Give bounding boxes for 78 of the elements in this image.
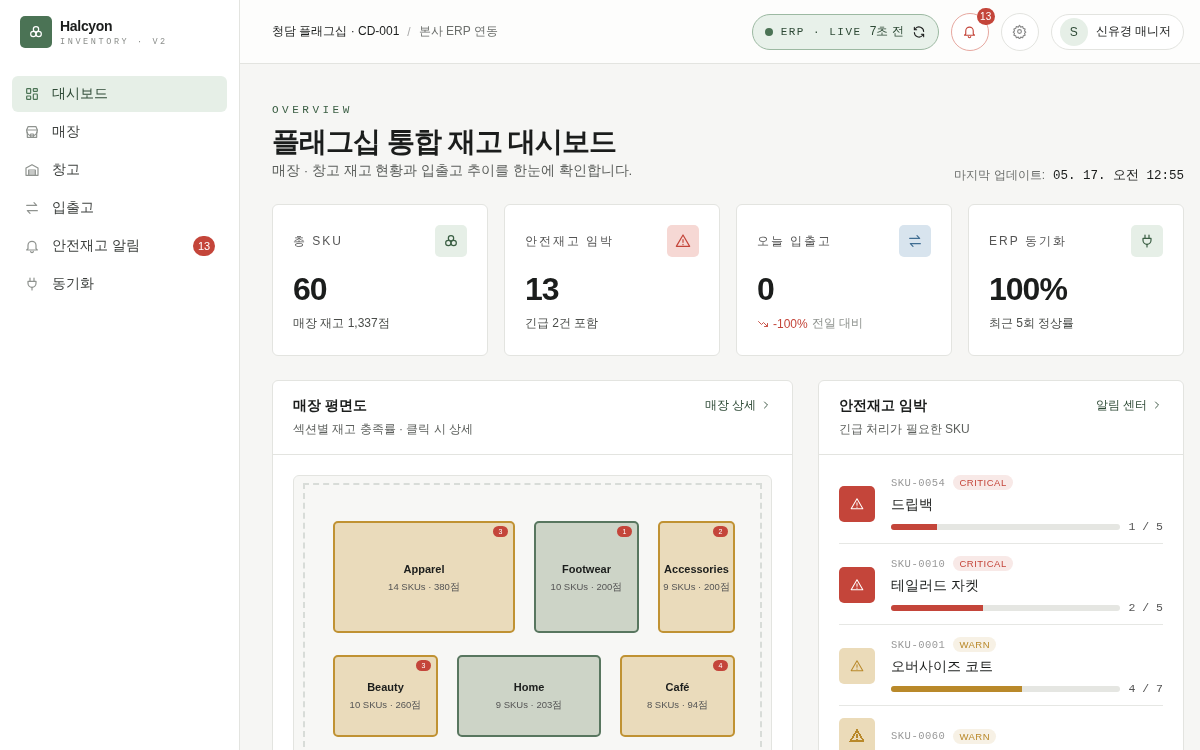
panel-link[interactable]: 알림 센터 xyxy=(1095,397,1163,413)
trefoil-icon xyxy=(443,233,459,249)
stat-value: 0 xyxy=(757,271,775,307)
refresh-icon xyxy=(911,24,926,39)
avatar: S xyxy=(1059,17,1088,46)
sku-code: SKU-0010 xyxy=(891,557,946,570)
stat-note: 매장 재고 1,337점 xyxy=(293,315,390,332)
user-name: 신유경 매니저 xyxy=(1095,23,1171,40)
trefoil-icon xyxy=(28,24,44,40)
grid-icon xyxy=(24,86,40,102)
warning-icon xyxy=(675,233,691,249)
stat-note: 긴급 2건 포함 xyxy=(525,315,599,332)
severity-badge: WARN xyxy=(953,637,997,652)
stat-note: 최근 5회 정상률 xyxy=(989,315,1075,332)
sku-code: SKU-0001 xyxy=(891,638,946,651)
panel-link[interactable]: 매장 상세 xyxy=(704,397,772,413)
floor-section[interactable]: Home 9 SKUs · 203점 xyxy=(457,655,601,737)
warning-icon xyxy=(850,578,864,592)
user-menu[interactable]: S 신유경 매니저 xyxy=(1050,13,1184,50)
stock-count: 4 / 7 xyxy=(1128,682,1163,695)
panel-title: 매장 평면도 xyxy=(293,397,368,415)
stat-note: 전일 대비 xyxy=(811,315,864,332)
plug-icon xyxy=(1139,233,1155,249)
brand-name: Halcyon xyxy=(60,17,114,34)
count-badge: 13 xyxy=(193,236,215,256)
sidebar-item[interactable]: 매장 xyxy=(12,114,227,150)
settings-icon xyxy=(1012,24,1028,39)
stat-value: 13 xyxy=(525,271,560,307)
status-dot xyxy=(764,27,773,36)
breadcrumb-separator: / xyxy=(407,24,411,39)
severity-badge: CRITICAL xyxy=(953,475,1013,490)
update-label: 마지막 업데이트: xyxy=(954,167,1045,184)
stock-count: 1 / 5 xyxy=(1128,520,1163,533)
product-name: 드립백 xyxy=(891,496,934,514)
sku-code: SKU-0060 xyxy=(891,730,946,742)
bell-icon xyxy=(24,238,40,254)
product-name: 테일러드 자켓 xyxy=(891,577,980,595)
section-eyebrow: OVERVIEW xyxy=(272,104,354,116)
panel-subtitle: 섹션별 재고 충족률 · 클릭 시 상세 xyxy=(293,421,473,438)
store-icon xyxy=(24,124,40,140)
sidebar-item[interactable]: 안전재고 알림 13 xyxy=(12,228,227,264)
notifications-button[interactable] xyxy=(950,12,989,51)
sync-status-pill[interactable]: ERP · LIVE 7초 전 xyxy=(751,13,939,50)
stat-label: 오늘 입출고 xyxy=(757,232,833,250)
sidebar-item[interactable]: 입출고 xyxy=(12,190,227,226)
severity-badge: CRITICAL xyxy=(953,556,1013,571)
stat-label: ERP 동기화 xyxy=(989,232,1067,250)
sync-age: 7초 전 xyxy=(869,23,904,40)
breadcrumb-item[interactable]: 본사 ERP 연동 xyxy=(418,23,498,40)
plug-icon xyxy=(24,276,40,292)
page-subtitle: 매장 · 창고 재고 현황과 입출고 추이를 한눈에 확인합니다. xyxy=(272,162,633,180)
brand-tagline: INVENTORY · V2 xyxy=(60,36,168,47)
update-time: 05. 17. 오전 12:55 xyxy=(1052,168,1184,184)
severity-badge: WARN xyxy=(953,728,997,744)
sync-label: ERP · LIVE xyxy=(780,25,862,38)
stat-value: 100% xyxy=(989,271,1068,307)
sidebar-item[interactable]: 동기화 xyxy=(12,266,227,302)
panel-title: 안전재고 임박 xyxy=(839,397,928,415)
stat-label: 총 SKU xyxy=(293,232,343,250)
stat-label: 안전재고 임박 xyxy=(525,232,615,250)
settings-button[interactable] xyxy=(1000,12,1039,51)
swap-arrows-icon xyxy=(907,233,923,249)
bell-icon xyxy=(962,24,978,39)
page-title: 플래그십 통합 재고 대시보드 xyxy=(272,125,618,159)
stat-value: 60 xyxy=(293,271,328,307)
warning-icon xyxy=(850,659,864,673)
sku-code: SKU-0054 xyxy=(891,476,946,489)
panel-subtitle: 긴급 처리가 필요한 SKU xyxy=(839,421,970,438)
sidebar-item[interactable]: 창고 xyxy=(12,152,227,188)
sidebar-item[interactable]: 대시보드 xyxy=(12,76,227,112)
warning-icon xyxy=(850,497,864,511)
warehouse-icon xyxy=(24,162,40,178)
swap-arrows-icon xyxy=(24,200,40,216)
stat-delta: -100% xyxy=(773,316,808,331)
notification-badge: 13 xyxy=(976,7,995,25)
stock-count: 2 / 5 xyxy=(1128,601,1163,614)
product-name: 오버사이즈 코트 xyxy=(891,658,994,676)
breadcrumb-item[interactable]: 청담 플래그십 · CD-001 xyxy=(272,23,400,40)
